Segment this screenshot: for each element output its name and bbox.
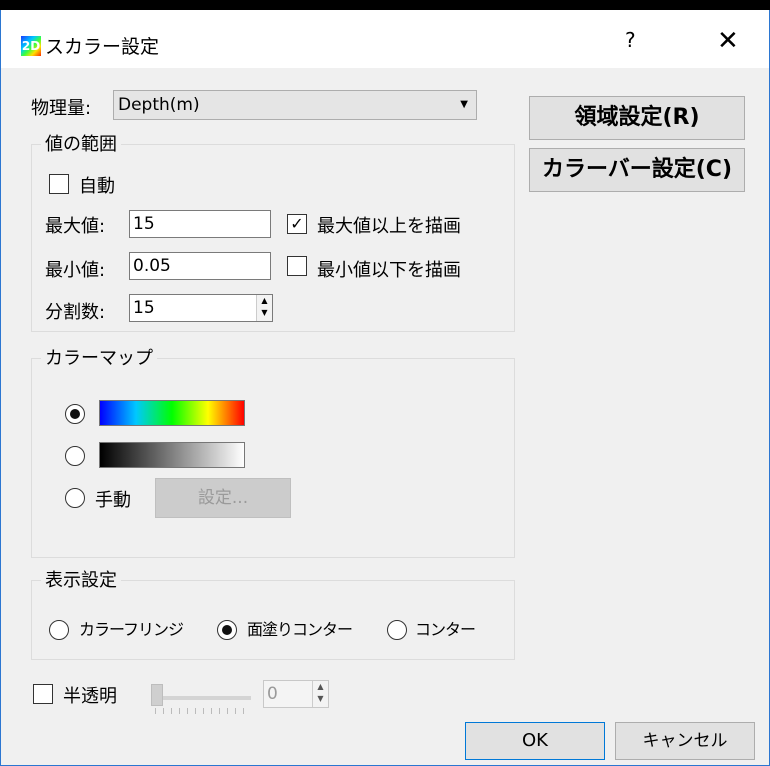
max-value-label: 最大値: (45, 216, 106, 237)
draw-below-min-label: 最小値以下を描画 (317, 260, 461, 281)
transparency-input[interactable]: 0 ▲ ▼ (263, 680, 329, 708)
divisions-label: 分割数: (45, 302, 106, 323)
draw-below-min-checkbox[interactable] (287, 256, 307, 276)
cancel-button[interactable]: キャンセル (615, 722, 755, 760)
scalar-settings-dialog: 2D スカラー設定 ? ✕ 物理量: Depth(m) ▼ 領域設定(R) カラ… (0, 10, 770, 766)
transparency-slider-track[interactable] (151, 696, 251, 700)
transparency-value: 0 (267, 684, 278, 704)
display-contour-label: コンター (415, 620, 476, 639)
title-bar: 2D スカラー設定 ? ✕ (1, 10, 769, 68)
divisions-input[interactable]: 15 ▲ ▼ (129, 294, 273, 322)
min-value-input[interactable]: 0.05 (129, 252, 271, 280)
display-color-fringe-radio[interactable] (49, 620, 69, 640)
help-button[interactable]: ? (625, 28, 636, 52)
rainbow-colormap-swatch (99, 400, 245, 426)
display-filled-contour-radio[interactable] (217, 620, 237, 640)
dialog-title: スカラー設定 (45, 36, 160, 58)
value-range-title: 値の範囲 (41, 130, 121, 156)
physical-quantity-value: Depth(m) (118, 95, 200, 115)
display-color-fringe-label: カラーフリンジ (79, 620, 184, 639)
transparency-slider-ticks (155, 708, 247, 714)
auto-checkbox[interactable] (49, 174, 69, 194)
physical-quantity-select[interactable]: Depth(m) ▼ (113, 90, 477, 120)
chevron-down-icon: ▼ (460, 99, 468, 110)
min-value-label: 最小値: (45, 260, 106, 281)
app-icon: 2D (21, 36, 41, 56)
manual-label: 手動 (95, 490, 131, 511)
display-filled-contour-label: 面塗りコンター (247, 620, 353, 639)
transparency-label: 半透明 (63, 686, 117, 707)
divisions-spinner[interactable]: ▲ ▼ (256, 295, 272, 321)
transparency-spinner[interactable]: ▲ ▼ (312, 681, 328, 707)
max-value-input[interactable]: 15 (129, 210, 271, 238)
check-icon: ✓ (290, 214, 304, 233)
divisions-value: 15 (133, 298, 155, 318)
transparency-checkbox[interactable] (33, 684, 53, 704)
auto-label: 自動 (79, 176, 115, 197)
display-contour-radio[interactable] (387, 620, 407, 640)
colormap-title: カラーマップ (41, 344, 157, 370)
draw-above-max-label: 最大値以上を描画 (317, 216, 461, 237)
colorbar-settings-button[interactable]: カラーバー設定(C) (529, 148, 745, 192)
colormap-grayscale-radio[interactable] (65, 446, 85, 466)
colormap-manual-radio[interactable] (65, 488, 85, 508)
grayscale-colormap-swatch (99, 442, 245, 468)
draw-above-max-checkbox[interactable]: ✓ (287, 214, 307, 234)
colormap-setting-button[interactable]: 設定... (155, 478, 291, 518)
transparency-slider-thumb[interactable] (151, 684, 163, 706)
display-settings-title: 表示設定 (41, 566, 121, 592)
region-settings-button[interactable]: 領域設定(R) (529, 96, 745, 140)
physical-quantity-label: 物理量: (31, 98, 92, 119)
close-button[interactable]: ✕ (717, 26, 739, 56)
colormap-rainbow-radio[interactable] (65, 404, 85, 424)
ok-button[interactable]: OK (465, 722, 605, 760)
